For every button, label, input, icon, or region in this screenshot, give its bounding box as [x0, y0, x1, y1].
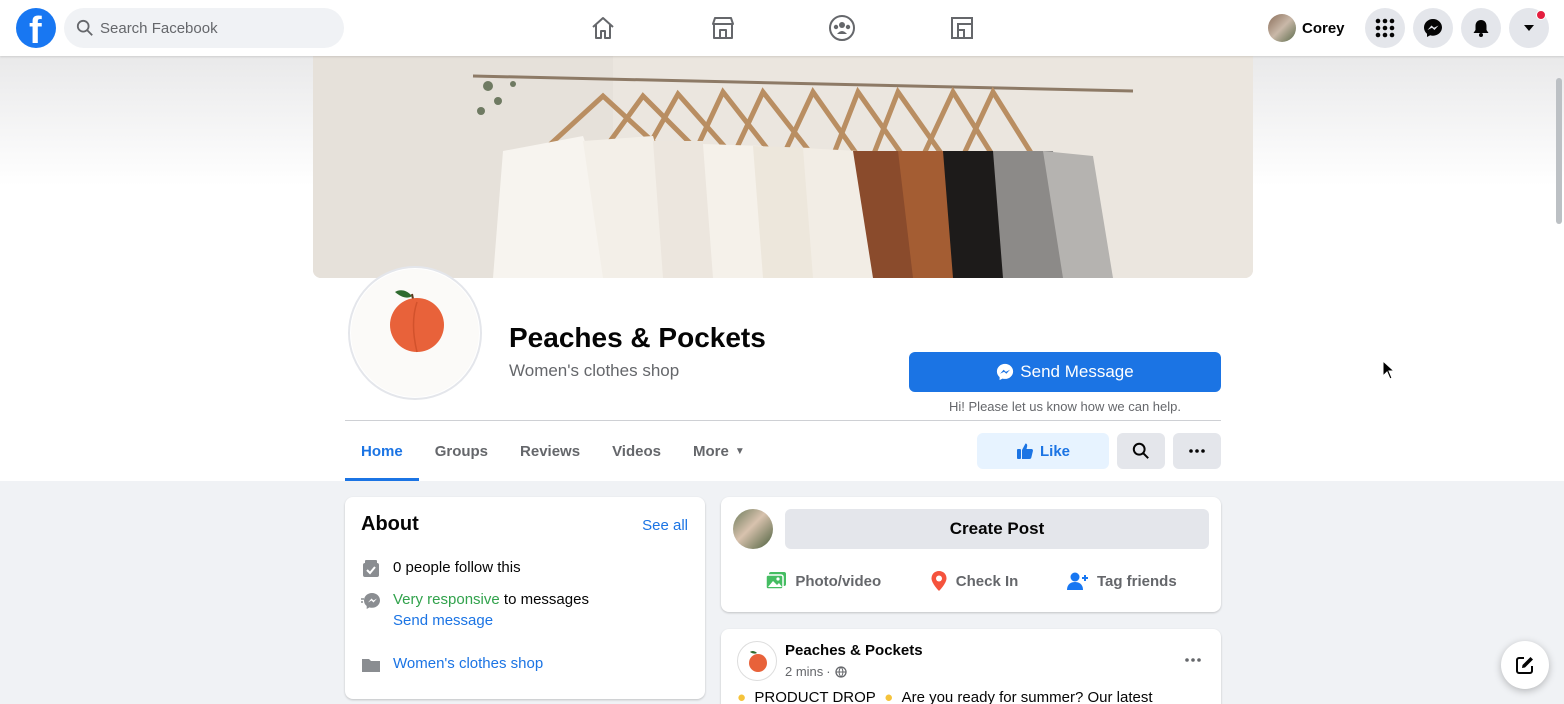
- notifications-button[interactable]: [1461, 8, 1501, 48]
- tab-reviews[interactable]: Reviews: [504, 421, 596, 481]
- notification-dot: [1536, 10, 1546, 20]
- search-icon: [76, 19, 93, 36]
- responsive-row: Very responsive to messages Send message: [361, 591, 589, 629]
- nav-marketplace[interactable]: [668, 0, 778, 56]
- tag-friends-button[interactable]: Tag friends: [1066, 571, 1177, 591]
- scrollbar-thumb[interactable]: [1556, 78, 1562, 224]
- mouse-cursor-icon: [1382, 360, 1396, 380]
- post-time[interactable]: 2 mins: [785, 664, 823, 679]
- avatar: [1268, 14, 1296, 42]
- profile-name: Corey: [1302, 19, 1345, 37]
- home-icon: [592, 17, 614, 39]
- check-in-icon: [931, 571, 947, 591]
- see-all-link[interactable]: See all: [642, 517, 688, 534]
- globe-icon: [834, 665, 847, 678]
- followers-row: 0 people follow this: [361, 559, 521, 579]
- peach-logo: [749, 651, 767, 672]
- post-meta: 2 mins ·: [785, 664, 847, 679]
- search-box[interactable]: [64, 8, 344, 48]
- compose-icon: [1516, 657, 1533, 674]
- avatar[interactable]: [737, 641, 777, 681]
- page-search-button[interactable]: [1117, 433, 1165, 469]
- nav-groups[interactable]: [787, 0, 897, 56]
- tag-friends-icon: [1066, 572, 1088, 590]
- category-icon: [362, 659, 380, 672]
- send-message-button[interactable]: Send Message: [909, 352, 1221, 392]
- sun-emoji-icon: ●: [884, 689, 894, 704]
- page-tabs: Home Groups Reviews Videos More ▼: [345, 421, 761, 481]
- messenger-icon: [997, 363, 1014, 381]
- help-text: Hi! Please let us know how we can help.: [949, 399, 1181, 414]
- post-text: ● PRODUCT DROP ● Are you ready for summe…: [737, 689, 1153, 704]
- category-row: Women's clothes shop: [361, 655, 543, 675]
- top-navigation-bar: f Corey: [0, 0, 1564, 56]
- create-post-button[interactable]: Create Post: [785, 509, 1209, 549]
- messenger-button[interactable]: [1413, 8, 1453, 48]
- page-category: Women's clothes shop: [509, 361, 680, 380]
- about-card: About See all 0 people follow this Very …: [345, 497, 705, 699]
- thumbs-up-icon: [1016, 443, 1033, 459]
- groups-icon: [829, 15, 855, 41]
- menu-button[interactable]: [1365, 8, 1405, 48]
- responsive-highlight: Very responsive: [393, 591, 500, 608]
- profile-chip[interactable]: Corey: [1262, 8, 1351, 48]
- page-profile-picture[interactable]: [348, 266, 482, 400]
- page-title: Peaches & Pockets: [509, 322, 766, 353]
- sun-emoji-icon: ●: [737, 689, 747, 704]
- nav-gaming[interactable]: [907, 0, 1017, 56]
- search-icon: [1132, 442, 1149, 459]
- post-options-button[interactable]: [1185, 649, 1201, 667]
- menu-grid-icon: [1375, 18, 1395, 38]
- tab-videos[interactable]: Videos: [596, 421, 677, 481]
- account-caret-icon: [1524, 25, 1534, 31]
- messenger-icon: [1424, 19, 1442, 37]
- gaming-icon: [951, 17, 973, 39]
- category-link[interactable]: Women's clothes shop: [393, 655, 543, 672]
- followers-icon: [363, 560, 379, 577]
- tab-more[interactable]: More ▼: [677, 421, 761, 481]
- notifications-icon: [1473, 20, 1489, 37]
- more-options-button[interactable]: [1173, 433, 1221, 469]
- check-in-button[interactable]: Check In: [930, 570, 1018, 592]
- scrollbar[interactable]: [1554, 58, 1564, 704]
- nav-home[interactable]: [548, 0, 658, 56]
- responsive-rest: to messages: [499, 591, 589, 608]
- facebook-logo[interactable]: f: [16, 8, 56, 51]
- cover-photo[interactable]: [313, 56, 1253, 278]
- tab-groups[interactable]: Groups: [419, 421, 504, 481]
- create-post-actions: Photo/video Check In Tag friends: [721, 561, 1221, 601]
- clothes-rack-image: [313, 56, 1253, 278]
- create-post-card: Create Post Photo/video Check In Tag fri…: [721, 497, 1221, 612]
- send-message-link[interactable]: Send message: [393, 612, 589, 629]
- photo-video-icon: [765, 572, 787, 590]
- avatar: [733, 509, 773, 549]
- ellipsis-icon: [1189, 449, 1205, 453]
- new-message-button[interactable]: [1501, 641, 1549, 689]
- marketplace-icon: [712, 17, 734, 39]
- peach-logo: [351, 269, 479, 397]
- meta-dot: ·: [826, 664, 831, 679]
- photo-video-button[interactable]: Photo/video: [765, 571, 881, 591]
- followers-count: 0 people follow this: [393, 559, 521, 576]
- send-message-label: Send Message: [1020, 362, 1134, 381]
- like-button[interactable]: Like: [977, 433, 1109, 469]
- fast-reply-icon: [361, 593, 380, 609]
- like-label: Like: [1039, 442, 1070, 460]
- post-card: Peaches & Pockets 2 mins · ● PRODUCT DRO…: [721, 629, 1221, 704]
- tab-home[interactable]: Home: [345, 421, 419, 481]
- post-author[interactable]: Peaches & Pockets: [785, 642, 923, 659]
- about-title: About: [361, 513, 419, 535]
- caret-down-icon: ▼: [734, 445, 745, 457]
- ellipsis-icon: [1185, 658, 1201, 662]
- search-input[interactable]: [100, 8, 330, 48]
